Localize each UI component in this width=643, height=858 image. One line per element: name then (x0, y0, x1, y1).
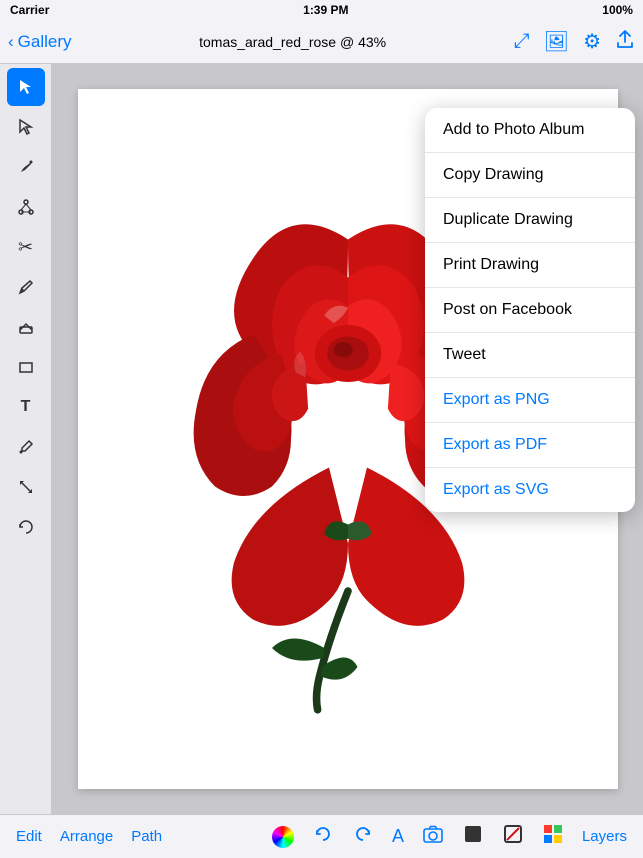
post-on-facebook-item[interactable]: Post on Facebook (425, 288, 635, 333)
color-wheel-button[interactable] (272, 826, 294, 848)
tweet-item[interactable]: Tweet (425, 333, 635, 378)
nav-title: tomas_arad_red_rose @ 43% (199, 34, 386, 50)
path-button[interactable]: Path (131, 828, 162, 845)
expand-icon[interactable]: ⤢ (514, 30, 530, 53)
carrier-label: Carrier (10, 3, 49, 17)
dropdown-menu: Add to Photo Album Copy Drawing Duplicat… (425, 108, 635, 512)
print-drawing-item[interactable]: Print Drawing (425, 243, 635, 288)
back-button[interactable]: ‹ Gallery (8, 32, 72, 52)
add-to-photo-album-item[interactable]: Add to Photo Album (425, 108, 635, 153)
gear-icon[interactable]: ⚙ (583, 29, 601, 54)
bottom-right-group: A Layers (272, 823, 627, 851)
arrange-button[interactable]: Arrange (60, 828, 113, 845)
undo-button[interactable] (312, 823, 334, 851)
bottom-toolbar: Edit Arrange Path A Layers (0, 814, 643, 858)
edit-button[interactable]: Edit (16, 828, 42, 845)
share-icon[interactable] (615, 29, 635, 55)
time-label: 1:39 PM (303, 3, 348, 17)
rect-tool[interactable] (7, 348, 45, 386)
export-pdf-item[interactable]: Export as PDF (425, 423, 635, 468)
pen-tool[interactable] (7, 148, 45, 186)
canvas-area: Add to Photo Album Copy Drawing Duplicat… (52, 64, 643, 814)
square-icon[interactable] (462, 823, 484, 851)
layers-button[interactable]: Layers (582, 828, 627, 845)
image-icon[interactable]: 🖼 (544, 29, 569, 54)
back-label: Gallery (18, 32, 72, 52)
back-chevron-icon: ‹ (8, 32, 14, 52)
text-style-button[interactable]: A (392, 826, 404, 847)
status-bar: Carrier 1:39 PM 100% (0, 0, 643, 20)
scissors-tool[interactable]: ✂ (7, 228, 45, 266)
camera-button[interactable] (422, 823, 444, 851)
pencil-tool[interactable] (7, 268, 45, 306)
duplicate-drawing-item[interactable]: Duplicate Drawing (425, 198, 635, 243)
rotate-tool[interactable] (7, 508, 45, 546)
export-svg-item[interactable]: Export as SVG (425, 468, 635, 512)
export-png-item[interactable]: Export as PNG (425, 378, 635, 423)
text-tool[interactable]: T (7, 388, 45, 426)
redo-button[interactable] (352, 823, 374, 851)
left-toolbar: ✂ T (0, 64, 52, 814)
stroke-icon[interactable] (502, 823, 524, 851)
copy-drawing-item[interactable]: Copy Drawing (425, 153, 635, 198)
node-tool[interactable] (7, 188, 45, 226)
eraser-tool[interactable] (7, 308, 45, 346)
scale-tool[interactable] (7, 468, 45, 506)
nav-bar: ‹ Gallery tomas_arad_red_rose @ 43% ⤢ 🖼 … (0, 20, 643, 64)
nav-actions: ⤢ 🖼 ⚙ (514, 29, 635, 55)
main-area: ✂ T (0, 64, 643, 814)
bottom-left-group: Edit Arrange Path (16, 828, 162, 845)
eyedropper-tool[interactable] (7, 428, 45, 466)
color-grid-button[interactable] (542, 823, 564, 851)
select-tool[interactable] (7, 68, 45, 106)
battery-label: 100% (602, 3, 633, 17)
subselect-tool[interactable] (7, 108, 45, 146)
